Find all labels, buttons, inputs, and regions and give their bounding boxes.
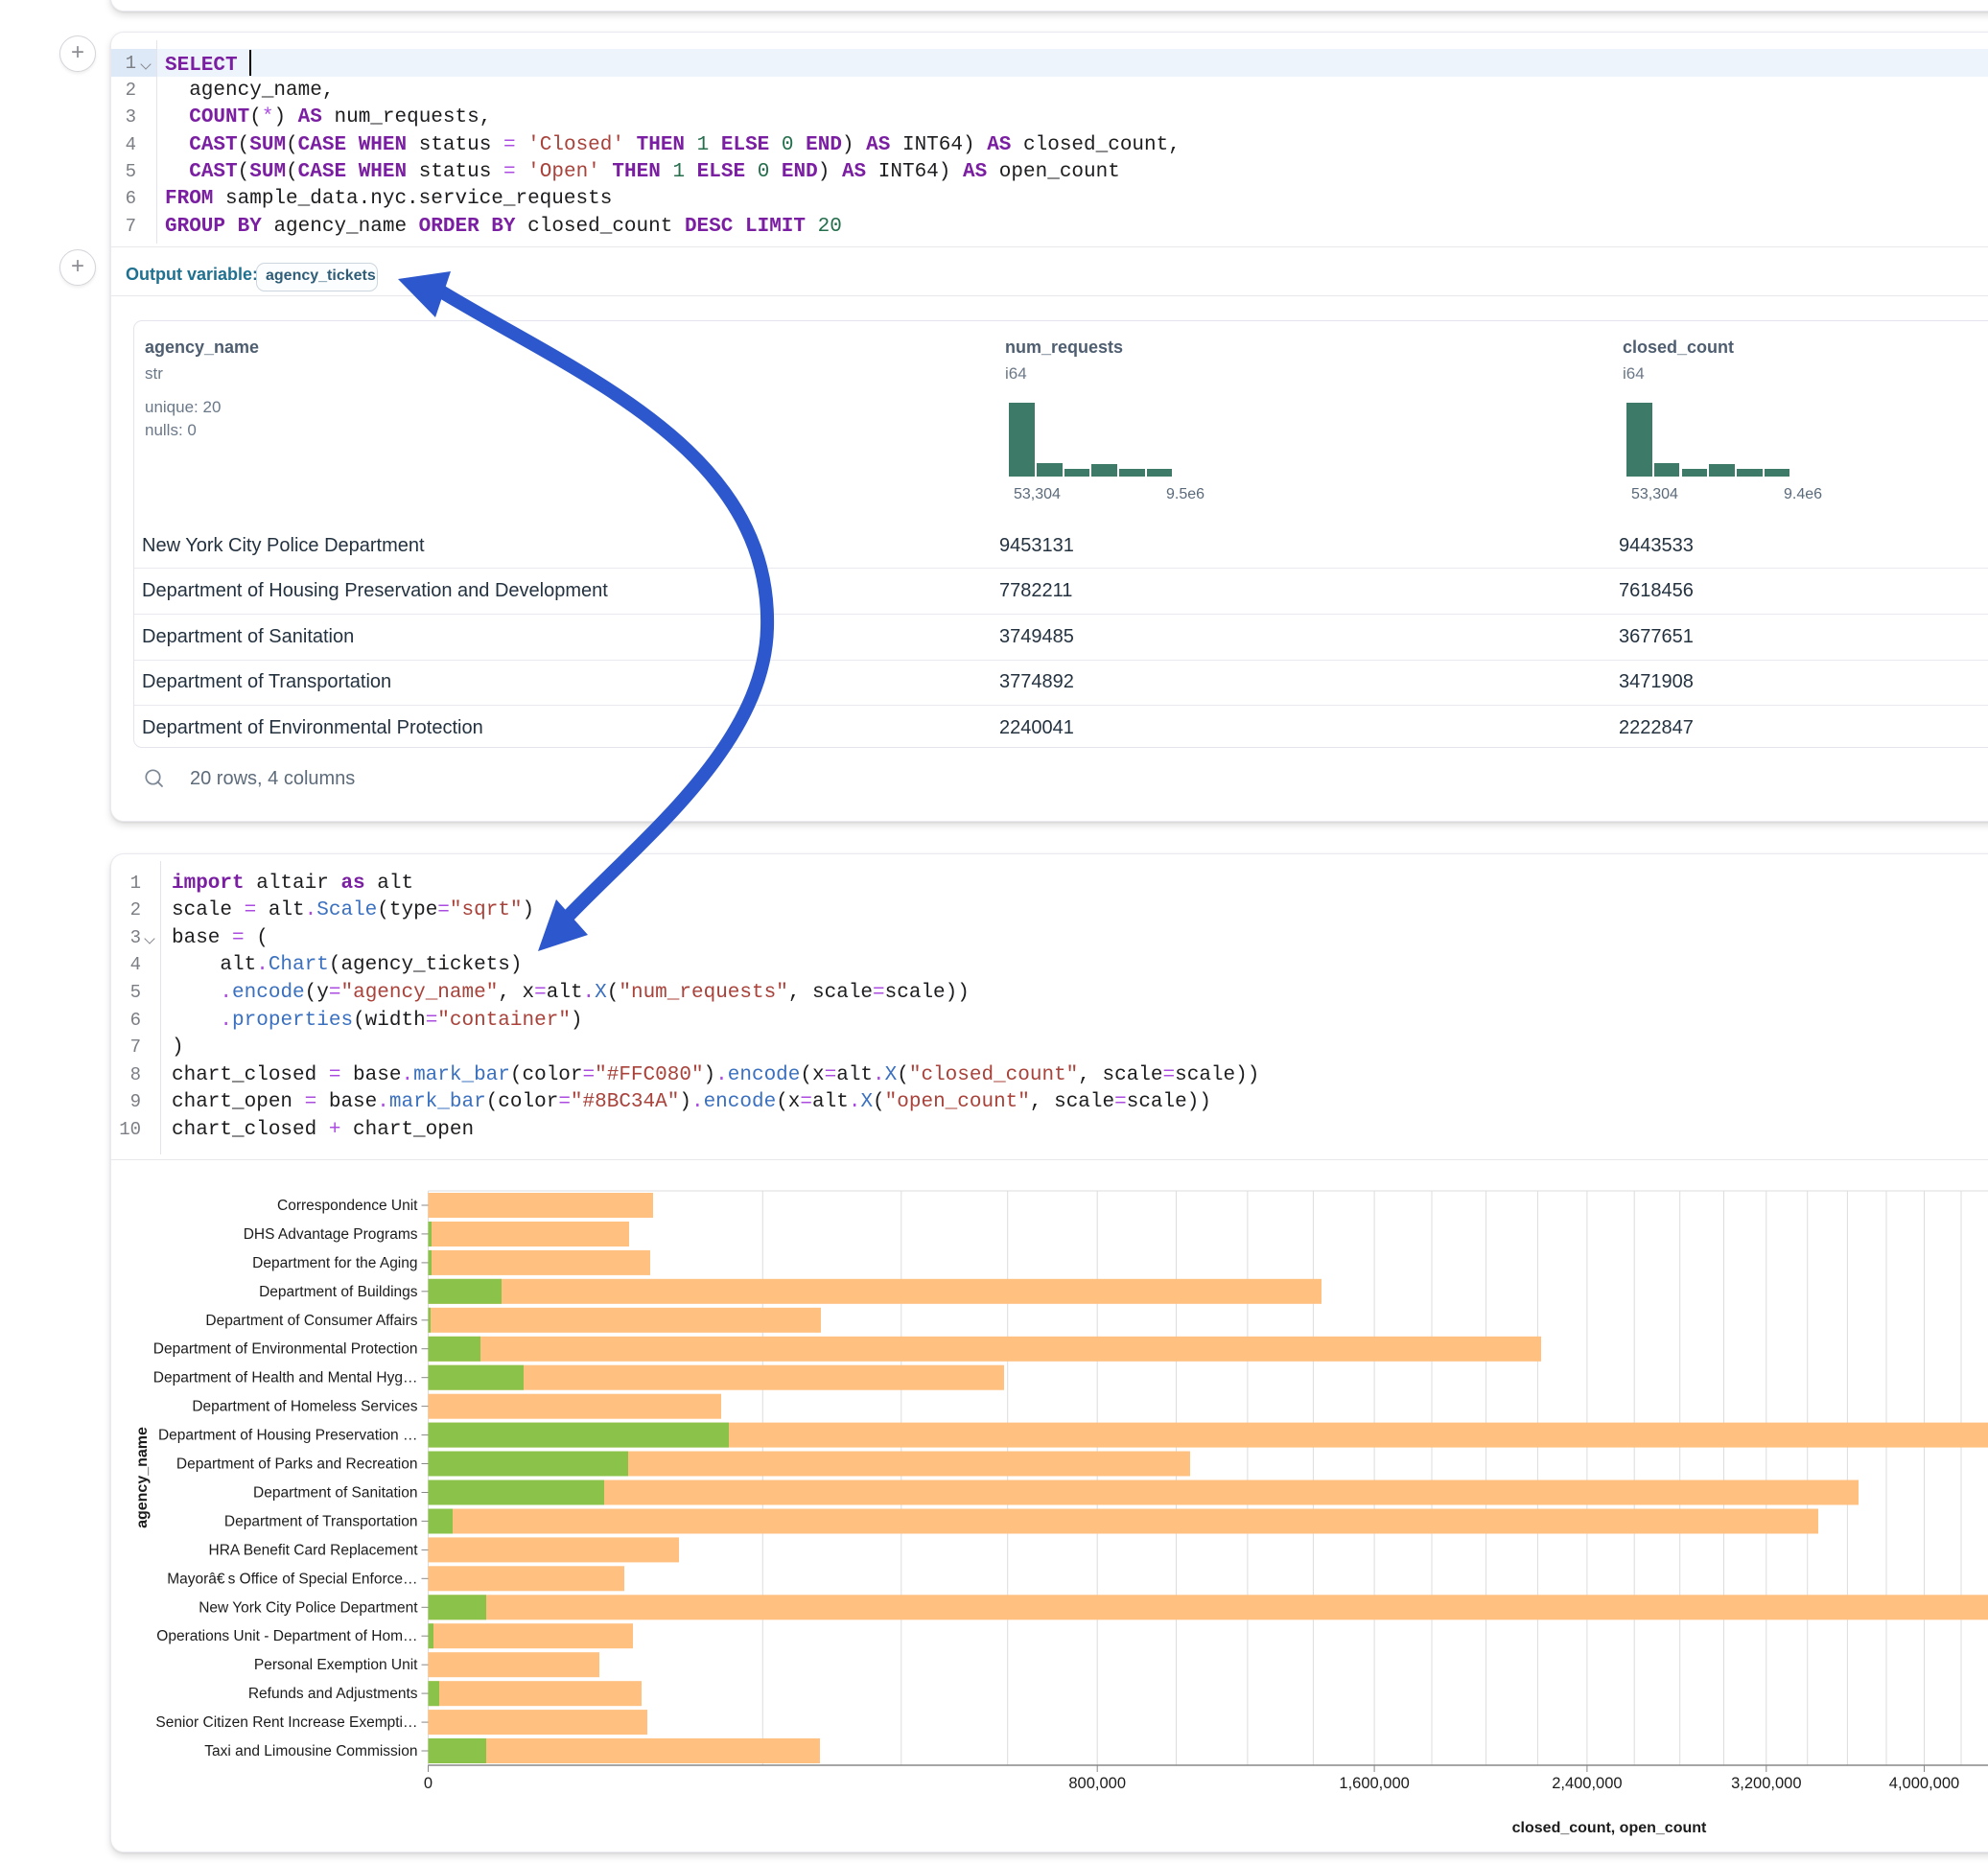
svg-text:0: 0 [424, 1775, 433, 1792]
svg-text:Department of Consumer Affairs: Department of Consumer Affairs [205, 1313, 417, 1329]
svg-text:Senior Citizen Rent Increase E: Senior Citizen Rent Increase Exempti… [155, 1714, 417, 1731]
svg-text:Operations Unit - Department o: Operations Unit - Department of Hom… [156, 1628, 417, 1644]
svg-text:800,000: 800,000 [1068, 1775, 1126, 1792]
svg-text:HRA Benefit Card Replacement: HRA Benefit Card Replacement [209, 1542, 419, 1558]
svg-text:2,400,000: 2,400,000 [1552, 1775, 1622, 1792]
svg-text:agency_name: agency_name [134, 1427, 151, 1528]
svg-text:New York City Police Departmen: New York City Police Department [199, 1599, 418, 1616]
svg-text:closed_count, open_count: closed_count, open_count [1512, 1820, 1707, 1836]
svg-text:1,600,000: 1,600,000 [1339, 1775, 1409, 1792]
svg-text:Department of Environmental Pr: Department of Environmental Protection [153, 1341, 418, 1358]
svg-text:Department of Parks and Recrea: Department of Parks and Recreation [176, 1456, 418, 1473]
svg-text:Department of Homeless Service: Department of Homeless Services [192, 1399, 417, 1415]
svg-text:Department of Transportation: Department of Transportation [224, 1513, 418, 1529]
svg-text:Department of Housing Preserva: Department of Housing Preservation … [158, 1428, 418, 1444]
svg-text:Department of Buildings: Department of Buildings [259, 1284, 418, 1300]
svg-text:Correspondence Unit: Correspondence Unit [277, 1198, 418, 1214]
svg-text:3,200,000: 3,200,000 [1731, 1775, 1801, 1792]
svg-text:Mayorâ€ s Office of Special En: Mayorâ€ s Office of Special Enforce… [167, 1571, 417, 1587]
svg-text:Department for the Aging: Department for the Aging [252, 1255, 417, 1271]
svg-text:Refunds and Adjustments: Refunds and Adjustments [248, 1686, 418, 1702]
svg-text:Personal Exemption Unit: Personal Exemption Unit [254, 1657, 418, 1673]
svg-text:4,000,000: 4,000,000 [1889, 1775, 1959, 1792]
svg-text:DHS Advantage Programs: DHS Advantage Programs [244, 1226, 418, 1243]
svg-text:Department of Sanitation: Department of Sanitation [253, 1485, 417, 1502]
svg-text:Taxi and Limousine Commission: Taxi and Limousine Commission [204, 1743, 417, 1759]
svg-text:Department of Health and Menta: Department of Health and Mental Hyg… [153, 1370, 418, 1386]
